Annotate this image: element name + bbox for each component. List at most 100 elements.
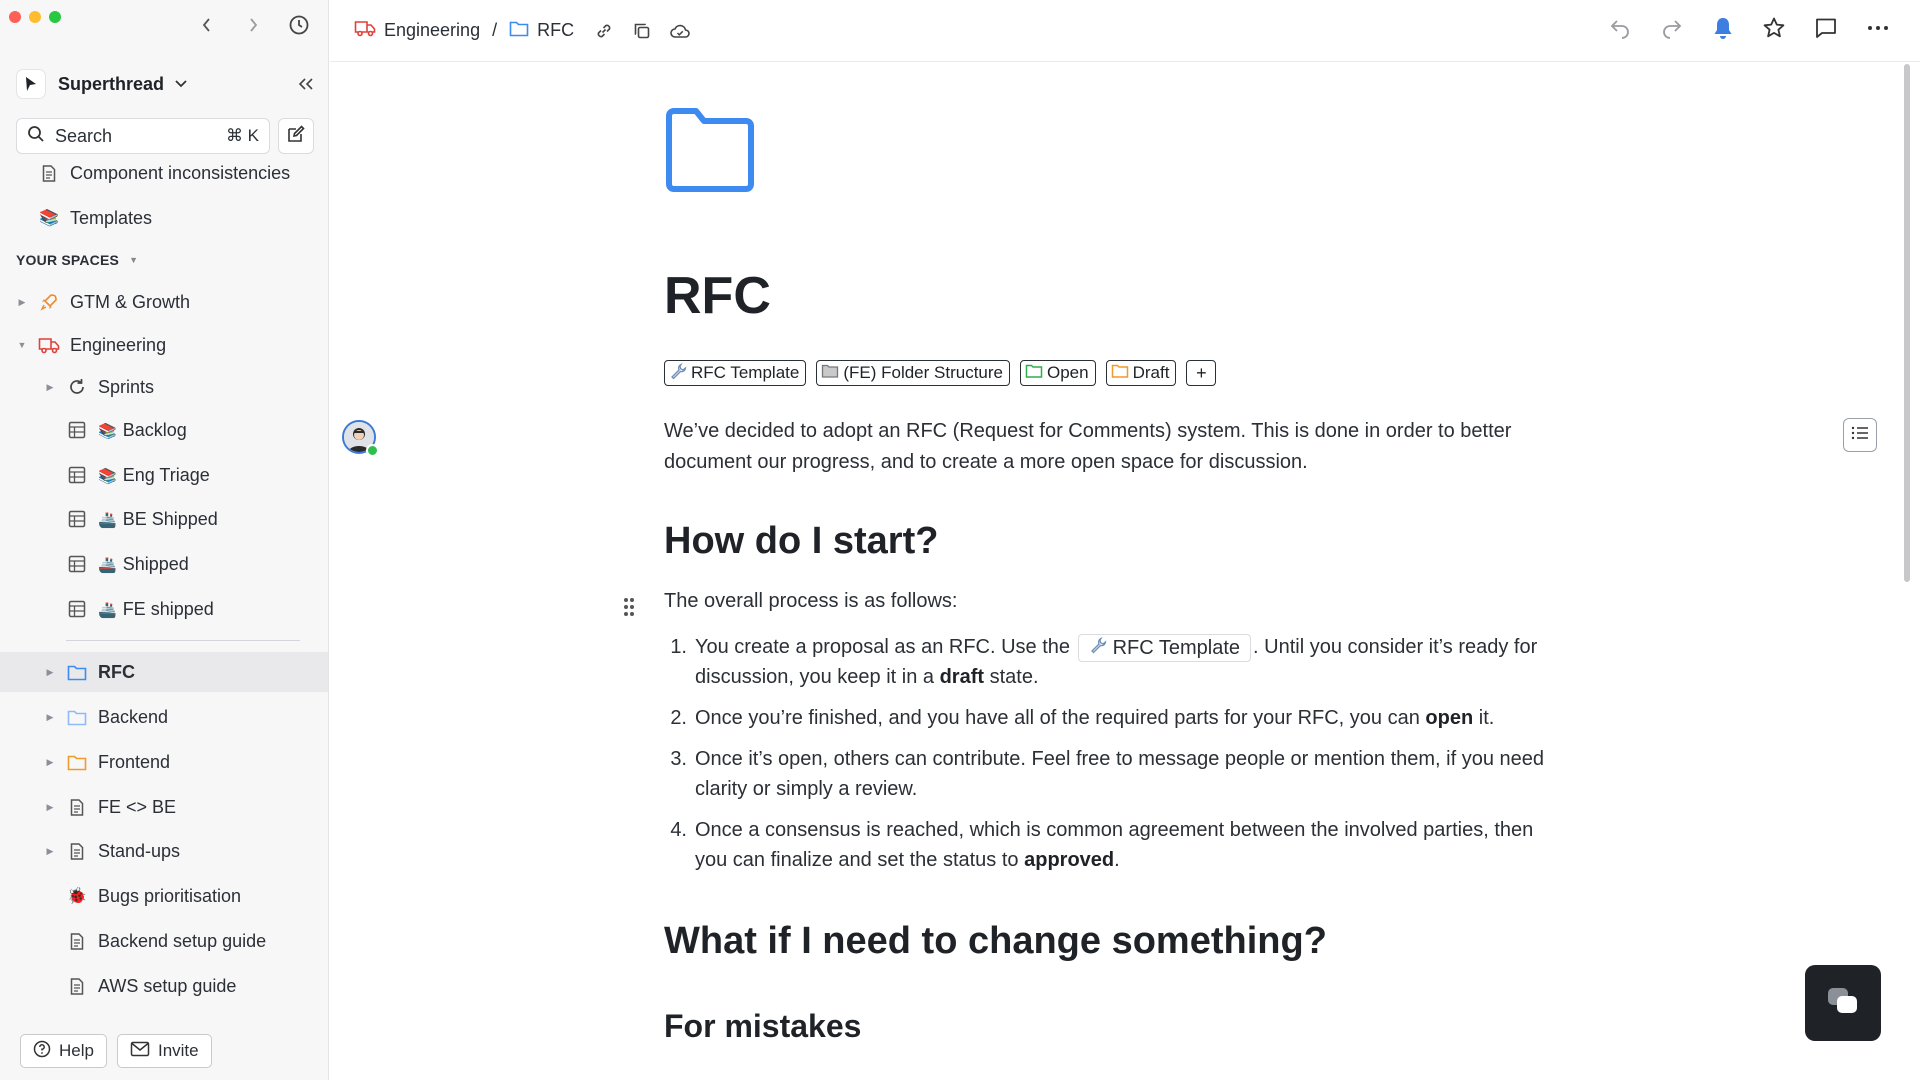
heading-how-do-i-start[interactable]: How do I start? <box>664 520 938 563</box>
folder-icon <box>66 661 88 683</box>
expand-arrow-icon[interactable]: ▶ <box>44 667 56 678</box>
tag-open[interactable]: Open <box>1020 360 1096 386</box>
tag-label: RFC Template <box>691 363 800 382</box>
page-title[interactable]: RFC <box>664 266 771 326</box>
drag-handle-icon[interactable] <box>622 596 636 623</box>
sidebar-item-eng-triage[interactable]: 📚 Eng Triage <box>0 455 328 495</box>
books-icon: 📚 <box>98 422 117 440</box>
heading-for-mistakes[interactable]: For mistakes <box>664 1008 861 1045</box>
back-arrow-icon[interactable] <box>196 14 218 36</box>
sidebar-item-aws-setup-guide[interactable]: AWS setup guide <box>0 966 328 1006</box>
sidebar-item-component-inconsistencies[interactable]: Component inconsistencies <box>0 153 328 193</box>
invite-button[interactable]: Invite <box>116 1034 212 1068</box>
wrench-icon <box>1089 633 1107 663</box>
expand-arrow-icon[interactable]: ▶ <box>16 297 28 308</box>
list-item[interactable]: 2. Once you’re finished, and you have al… <box>664 703 1564 733</box>
sidebar-item-fe-shipped[interactable]: 🚢 FE shipped <box>0 589 328 629</box>
history-clock-icon[interactable] <box>288 14 310 36</box>
collapse-arrow-icon[interactable]: ▼ <box>16 340 28 350</box>
workspace-switcher[interactable]: Superthread <box>16 68 314 100</box>
sidebar-item-label: Sprints <box>98 376 155 397</box>
inline-page-mention[interactable]: RFC Template <box>1077 633 1252 663</box>
chevron-down-icon <box>174 79 188 89</box>
tag-draft[interactable]: Draft <box>1105 360 1177 386</box>
table-icon <box>66 508 88 530</box>
superthread-logo-icon <box>16 69 46 99</box>
breadcrumb-separator: / <box>492 20 498 40</box>
expand-arrow-icon[interactable]: ▶ <box>44 802 56 813</box>
chat-launcher-button[interactable] <box>1805 965 1881 1041</box>
document-icon <box>66 840 88 862</box>
tag-label: Open <box>1047 363 1089 382</box>
sidebar-item-stand-ups[interactable]: ▶ Stand-ups <box>0 831 328 871</box>
undo-icon[interactable] <box>1608 16 1632 45</box>
sidebar-item-bugs-prioritisation[interactable]: 🐞 Bugs prioritisation <box>0 876 328 916</box>
compose-icon <box>286 124 306 149</box>
sidebar-item-backlog[interactable]: 📚 Backlog <box>0 410 328 450</box>
list-item[interactable]: 3. Once it’s open, others can contribute… <box>664 744 1564 804</box>
sidebar-item-frontend[interactable]: ▶ Frontend <box>0 742 328 782</box>
intro-paragraph[interactable]: We’ve decided to adopt an RFC (Request f… <box>664 416 1564 478</box>
sidebar-item-shipped[interactable]: 🚢 Shipped <box>0 544 328 584</box>
sidebar-item-gtm-growth[interactable]: ▶ GTM & Growth <box>0 282 328 322</box>
redo-icon[interactable] <box>1660 16 1684 45</box>
process-intro[interactable]: The overall process is as follows: <box>664 590 957 613</box>
forward-arrow-icon[interactable] <box>242 14 264 36</box>
copy-icon[interactable] <box>630 19 654 43</box>
document-icon <box>66 930 88 952</box>
comments-icon[interactable] <box>1814 16 1838 45</box>
expand-arrow-icon[interactable]: ▶ <box>44 757 56 768</box>
collapse-sidebar-icon[interactable] <box>298 77 314 91</box>
sidebar-item-backend-setup-guide[interactable]: Backend setup guide <box>0 921 328 961</box>
close-window-button[interactable] <box>9 11 21 23</box>
sidebar-item-label: FE <> BE <box>98 796 177 817</box>
notifications-bell-icon[interactable] <box>1712 16 1734 45</box>
sidebar-item-templates[interactable]: 📚 Templates <box>0 198 328 238</box>
search-input[interactable]: Search ⌘ K <box>16 118 270 154</box>
more-options-icon[interactable] <box>1866 16 1890 45</box>
step-bold-text: approved <box>1024 849 1115 871</box>
books-icon: 📚 <box>39 210 59 227</box>
minimize-window-button[interactable] <box>29 11 41 23</box>
expand-arrow-icon[interactable]: ▶ <box>44 712 56 723</box>
maximize-window-button[interactable] <box>49 11 61 23</box>
help-button[interactable]: Help <box>20 1034 107 1068</box>
list-item[interactable]: 4. Once a consensus is reached, which is… <box>664 815 1564 875</box>
sidebar-item-label: Component inconsistencies <box>70 162 291 183</box>
sidebar-item-label: Bugs prioritisation <box>98 885 242 906</box>
breadcrumb-rfc[interactable]: RFC <box>509 20 574 42</box>
your-spaces-header[interactable]: YOUR SPACES ▼ <box>16 252 138 268</box>
tag-rfc-template[interactable]: RFC Template <box>664 360 807 386</box>
ship-icon: 🚢 <box>98 556 117 574</box>
expand-arrow-icon[interactable]: ▶ <box>44 846 56 857</box>
sidebar-item-rfc[interactable]: ▶ RFC <box>0 652 328 692</box>
heading-what-if-i-need-to-change[interactable]: What if I need to change something? <box>664 920 1327 963</box>
sidebar-item-label: Eng Triage <box>122 464 210 485</box>
list-item-text: You create a proposal as an RFC. Use the… <box>695 632 1564 692</box>
sidebar-item-sprints[interactable]: ▶ Sprints <box>0 367 328 407</box>
new-page-button[interactable] <box>278 118 314 154</box>
page-folder-icon[interactable] <box>664 108 756 199</box>
sidebar-item-text: 🚢 Shipped <box>98 554 189 575</box>
breadcrumb-engineering[interactable]: Engineering <box>354 19 480 42</box>
list-item[interactable]: 1. You create a proposal as an RFC. Use … <box>664 632 1564 692</box>
table-of-contents-button[interactable] <box>1843 418 1877 452</box>
folder-icon <box>821 363 839 384</box>
sidebar-item-backend[interactable]: ▶ Backend <box>0 697 328 737</box>
star-icon[interactable] <box>1762 16 1786 45</box>
link-icon[interactable] <box>592 19 616 43</box>
tag-fe-folder-structure[interactable]: (FE) Folder Structure <box>816 360 1010 386</box>
list-icon <box>1850 425 1870 446</box>
scrollbar[interactable] <box>1904 64 1910 582</box>
sidebar: Superthread Search ⌘ K Component inconsi… <box>0 0 329 1080</box>
sidebar-item-fe-be[interactable]: ▶ FE <> BE <box>0 787 328 827</box>
cloud-sync-icon[interactable] <box>668 19 692 43</box>
sidebar-item-engineering[interactable]: ▼ Engineering <box>0 325 328 365</box>
list-item-number: 4. <box>670 819 687 841</box>
sidebar-item-be-shipped[interactable]: 🚢 BE Shipped <box>0 499 328 539</box>
expand-arrow-icon[interactable]: ▶ <box>44 382 56 393</box>
add-tag-button[interactable]: + <box>1186 360 1217 386</box>
workspace-name: Superthread <box>58 73 165 94</box>
sidebar-item-label: Engineering <box>70 334 167 355</box>
step-bold-text: draft <box>939 666 985 688</box>
